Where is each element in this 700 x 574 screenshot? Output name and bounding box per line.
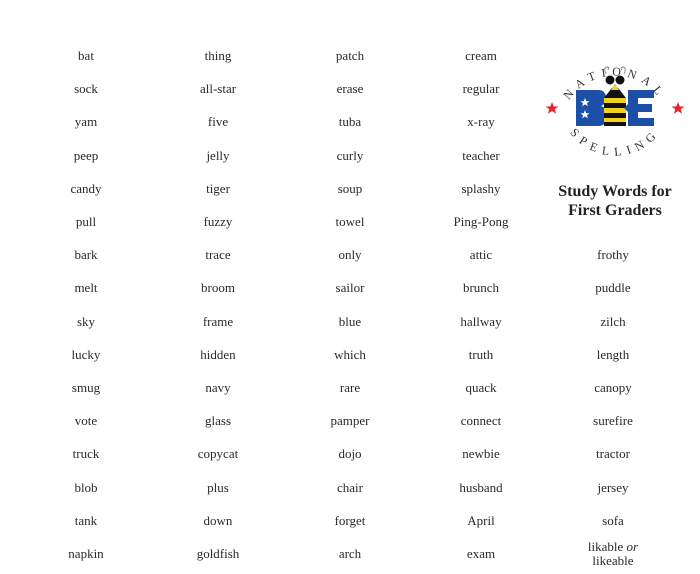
word-item: which bbox=[334, 346, 366, 362]
word-item: vote bbox=[74, 413, 98, 429]
word-item: melt bbox=[74, 280, 98, 296]
word-item: truth bbox=[468, 346, 494, 362]
word-item: brunch bbox=[462, 280, 500, 296]
word-item: puddle bbox=[595, 280, 631, 296]
word-item: jelly bbox=[206, 147, 230, 163]
word-item: hallway bbox=[460, 313, 502, 329]
word-item: canopy bbox=[594, 380, 632, 395]
word-item: towel bbox=[335, 214, 365, 229]
star-right-icon bbox=[671, 102, 685, 114]
word-item: tiger bbox=[206, 180, 230, 196]
word-item: sailor bbox=[335, 280, 365, 296]
word-item: x-ray bbox=[467, 114, 495, 130]
word-item: down bbox=[203, 512, 233, 528]
word-item: forget bbox=[334, 512, 366, 528]
word-item: arch bbox=[338, 546, 362, 561]
word-item: dojo bbox=[338, 446, 362, 462]
word-item: blue bbox=[338, 313, 362, 329]
word-item: candy bbox=[70, 180, 102, 196]
word-item: truck bbox=[72, 446, 100, 462]
word-item: broom bbox=[201, 280, 235, 296]
page-title: Study Words for First Graders bbox=[540, 182, 690, 220]
logo-letter-b bbox=[576, 90, 607, 126]
word-item: teacher bbox=[462, 147, 500, 163]
word-item: peep bbox=[73, 147, 99, 163]
word-item: splashy bbox=[461, 180, 501, 196]
logo-letter-e bbox=[624, 90, 654, 126]
word-item: exam bbox=[466, 546, 496, 561]
word-item: zilch bbox=[600, 313, 626, 329]
word-item: surefire bbox=[593, 413, 633, 429]
word-item: five bbox=[207, 114, 229, 130]
word-item: quack bbox=[465, 380, 497, 395]
word-item: bat bbox=[78, 48, 94, 63]
logo-arc-bottom-text: SPELLING bbox=[567, 125, 662, 158]
word-item: goldfish bbox=[196, 546, 240, 561]
word-primary: likable bbox=[587, 539, 624, 554]
word-item: all-star bbox=[199, 81, 237, 97]
word-item: copycat bbox=[197, 446, 239, 462]
word-item: frame bbox=[202, 313, 234, 329]
word-item: cream bbox=[465, 48, 497, 63]
word-item: blob bbox=[74, 479, 98, 495]
word-item: smug bbox=[71, 380, 101, 395]
word-item: patch bbox=[335, 48, 365, 63]
word-connector: or bbox=[626, 539, 639, 554]
word-item: napkin bbox=[68, 546, 104, 561]
word-item: connect bbox=[460, 413, 502, 429]
word-item: sofa bbox=[602, 512, 624, 528]
spelling-bee-logo: NATIONAL SPELLING bbox=[545, 64, 685, 159]
word-item: April bbox=[467, 512, 495, 528]
word-item: plus bbox=[207, 479, 229, 495]
word-item: hidden bbox=[200, 346, 236, 362]
word-item: navy bbox=[205, 380, 231, 395]
word-item: length bbox=[596, 346, 630, 362]
word-item: tractor bbox=[596, 446, 630, 462]
word-item: bark bbox=[74, 247, 98, 263]
word-item: yam bbox=[74, 114, 98, 130]
word-item: thing bbox=[204, 48, 232, 63]
word-item: newbie bbox=[462, 446, 500, 462]
word-item: curly bbox=[336, 147, 364, 163]
word-item: regular bbox=[462, 81, 500, 97]
title-line-1: Study Words for bbox=[558, 183, 672, 200]
word-item: attic bbox=[469, 247, 493, 263]
word-item: Ping-Pong bbox=[453, 214, 509, 229]
word-item: lucky bbox=[71, 346, 101, 362]
word-item: pamper bbox=[330, 413, 370, 429]
word-item: chair bbox=[337, 479, 363, 495]
word-item: pull bbox=[75, 214, 97, 229]
word-item: frothy bbox=[597, 247, 629, 263]
star-left-icon bbox=[545, 102, 559, 114]
word-item: fuzzy bbox=[203, 214, 233, 229]
word-item: only bbox=[338, 247, 362, 263]
word-alternate: likeable bbox=[592, 553, 634, 568]
word-item: sock bbox=[74, 81, 98, 97]
word-item-alternate-spelling: likable or likeable bbox=[548, 540, 678, 568]
word-item: erase bbox=[336, 81, 364, 97]
word-item: trace bbox=[205, 247, 231, 263]
word-item: soup bbox=[337, 180, 363, 196]
title-line-2: First Graders bbox=[568, 202, 662, 219]
word-item: tank bbox=[74, 512, 98, 528]
word-item: glass bbox=[205, 413, 231, 429]
word-item: jersey bbox=[597, 479, 629, 495]
word-item: tuba bbox=[338, 114, 362, 130]
word-item: sky bbox=[76, 313, 96, 329]
word-item: husband bbox=[459, 479, 503, 495]
word-item: rare bbox=[339, 380, 361, 395]
